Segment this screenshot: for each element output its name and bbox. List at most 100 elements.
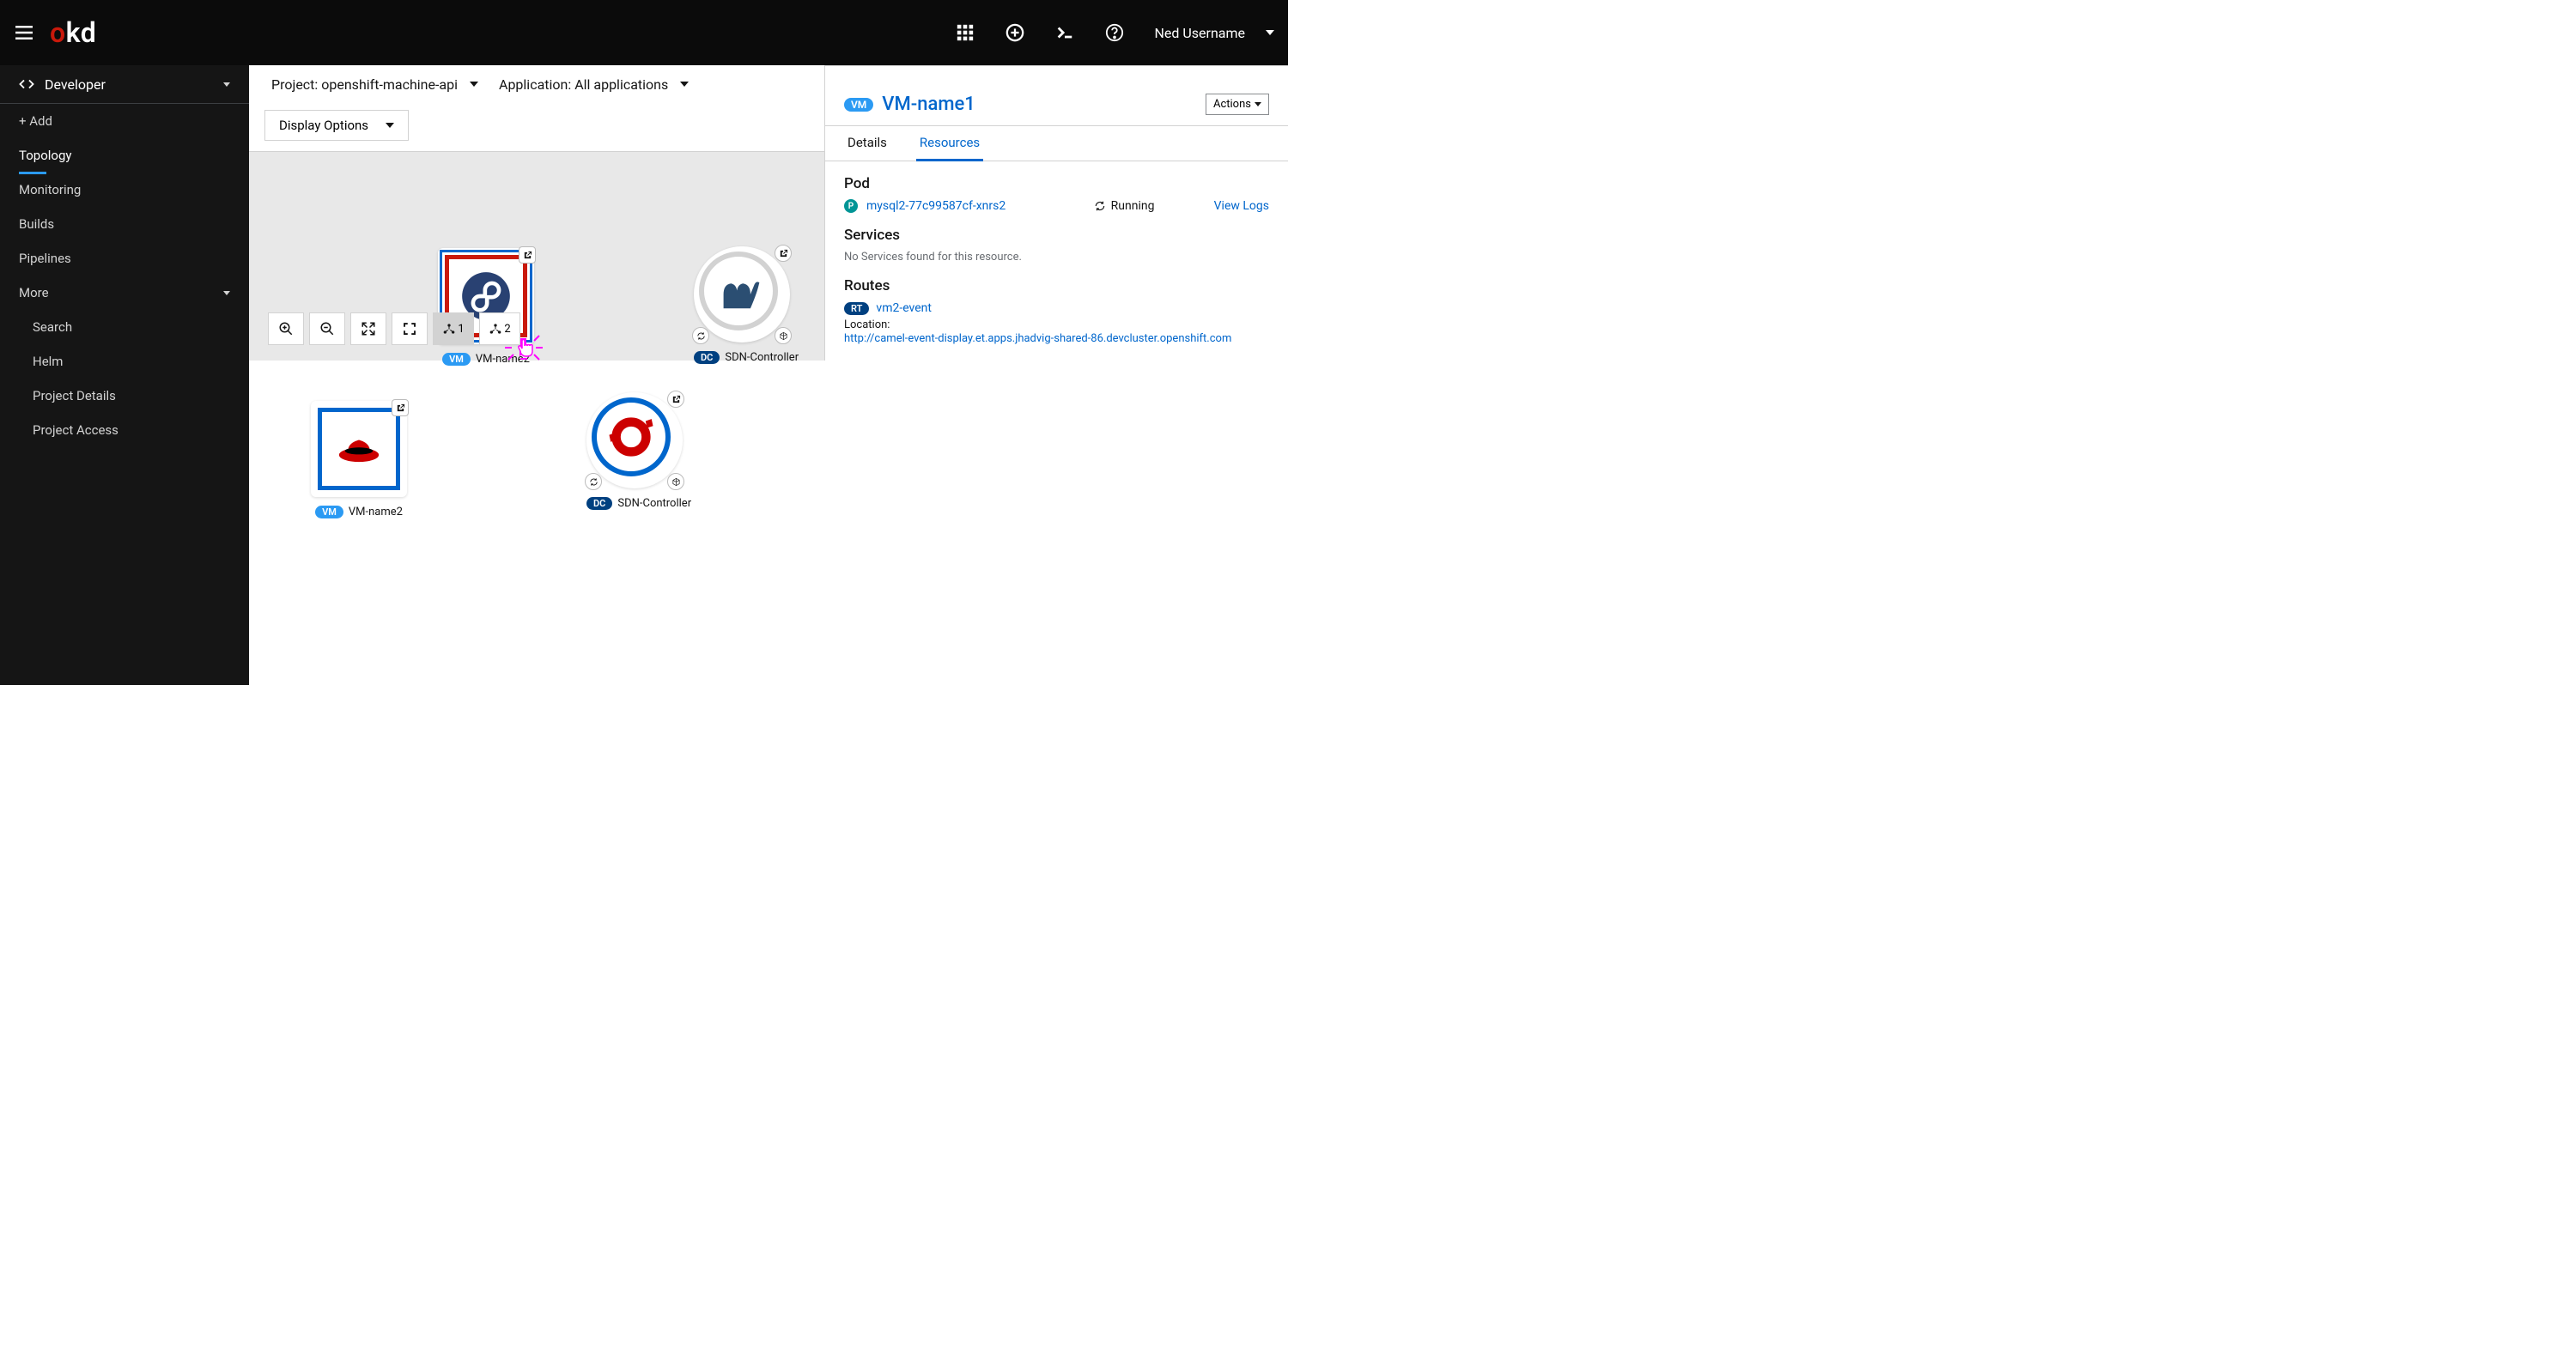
pod-heading: Pod [844,175,1269,192]
sidebar: Developer + Add Topology Monitoring Buil… [0,65,249,685]
view-logs-link[interactable]: View Logs [1214,199,1269,213]
sidebar-item-monitoring[interactable]: Monitoring [0,173,249,207]
masthead-right: Ned Username [956,23,1274,42]
camel-icon [714,266,763,316]
actions-dropdown[interactable]: Actions [1206,94,1269,115]
side-panel-title[interactable]: VM-name1 [882,94,975,115]
sidebar-subitem-project-details[interactable]: Project Details [0,379,249,413]
zoom-in-icon [278,321,294,336]
external-link-icon [671,395,681,404]
external-link-icon [523,251,532,260]
routes-heading: Routes [844,277,1269,294]
hamburger-menu-icon[interactable] [14,22,34,43]
chevron-down-icon [680,82,689,87]
topology-layout-icon [489,322,502,336]
project-label: Project: openshift-machine-api [271,76,458,93]
user-menu[interactable]: Ned Username [1155,25,1274,41]
reset-view-button[interactable] [392,312,428,345]
side-panel-actions: Actions [1206,94,1269,115]
canvas-footer-controls: 1 2 [268,312,520,345]
side-panel-body: Pod P mysql2-77c99587cf-xnrs2 Running Vi… [825,161,1288,361]
zoom-in-button[interactable] [268,312,304,345]
fullscreen-icon [402,321,417,336]
zoom-out-button[interactable] [309,312,345,345]
badge-pod: P [844,199,858,213]
node-name: VM-name2 [349,506,403,518]
chevron-down-icon [386,123,394,128]
topology-node-vm-fedora[interactable]: VM VM-name2 [438,248,534,366]
help-icon[interactable] [1105,23,1124,42]
logo-o: o [50,16,66,49]
pod-row: P mysql2-77c99587cf-xnrs2 Running View L… [844,199,1269,213]
openshift-icon [606,412,656,462]
node-name: SDN-Controller [725,351,799,364]
topology-layout-icon [442,322,456,336]
pod-status: Running [1094,199,1206,213]
location-label: Location: [844,318,1269,331]
actions-label: Actions [1213,98,1251,111]
perspective-switcher[interactable]: Developer [0,65,249,103]
add-icon[interactable] [1005,23,1024,42]
layout-2-button[interactable]: 2 [479,312,520,345]
topology-node-vm-rhel[interactable]: VM VM-name2 [311,401,407,518]
terminal-icon[interactable] [1055,23,1074,42]
tab-details[interactable]: Details [844,126,890,161]
pod-link[interactable]: mysql2-77c99587cf-xnrs2 [866,199,1085,213]
sidebar-item-label: More [19,285,49,300]
external-link-icon [396,403,405,413]
badge-dc: DC [694,351,720,364]
sidebar-item-more[interactable]: More [0,276,249,310]
open-url-decorator[interactable] [392,399,409,416]
sidebar-subitem-helm[interactable]: Helm [0,344,249,379]
build-icon [779,331,788,341]
display-options-label: Display Options [279,118,368,133]
sync-icon [589,477,598,487]
sidebar-item-add[interactable]: + Add [0,104,249,138]
sidebar-subitem-search[interactable]: Search [0,310,249,344]
username-label: Ned Username [1155,25,1245,41]
side-panel: VM VM-name1 Actions Details Resources Po… [824,65,1288,361]
main-content: Project: openshift-machine-api Applicati… [249,65,1288,685]
code-icon [19,76,34,92]
topology-canvas[interactable]: VM VM-name2 [249,151,824,361]
node-name: SDN-Controller [617,497,691,510]
chevron-down-icon [1266,30,1274,35]
services-empty-msg: No Services found for this resource. [844,251,1269,264]
logo[interactable]: okd [50,16,96,49]
layout-1-button[interactable]: 1 [433,312,474,345]
sync-decorator[interactable] [692,327,709,344]
fit-to-screen-button[interactable] [350,312,386,345]
build-decorator[interactable] [667,473,684,490]
sync-decorator[interactable] [585,473,602,490]
project-dropdown[interactable]: Project: openshift-machine-api [271,76,478,93]
open-url-decorator[interactable] [519,246,536,264]
build-icon [671,477,681,487]
build-decorator[interactable] [775,327,792,344]
node-name: VM-name2 [476,353,530,366]
topology-node-dc-openshift[interactable]: DC SDN-Controller [586,392,691,510]
badge-vm: VM [315,506,343,518]
layout-count: 1 [458,323,464,336]
services-heading: Services [844,227,1269,244]
apps-grid-icon[interactable] [956,23,975,42]
sidebar-item-builds[interactable]: Builds [0,207,249,241]
logo-kd: kd [66,16,97,49]
open-url-decorator[interactable] [667,391,684,408]
application-dropdown[interactable]: Application: All applications [499,76,689,93]
side-panel-tabs: Details Resources [825,125,1288,161]
masthead: okd Ned Username [0,0,1288,65]
sidebar-subitem-project-access[interactable]: Project Access [0,413,249,447]
open-url-decorator[interactable] [775,245,792,262]
location-link[interactable]: http://camel-event-display.et.apps.jhadv… [844,332,1231,345]
badge-vm: VM [844,98,873,112]
badge-vm: VM [442,353,471,366]
tab-resources[interactable]: Resources [916,126,983,161]
display-options-dropdown[interactable]: Display Options [264,110,409,141]
expand-icon [361,321,376,336]
badge-dc: DC [586,497,612,510]
sidebar-item-pipelines[interactable]: Pipelines [0,241,249,276]
route-link[interactable]: vm2-event [876,301,932,315]
sync-icon [696,331,706,341]
topology-node-dc-camel[interactable]: DC SDN-Controller [694,246,799,364]
sidebar-item-topology[interactable]: Topology [0,138,249,173]
